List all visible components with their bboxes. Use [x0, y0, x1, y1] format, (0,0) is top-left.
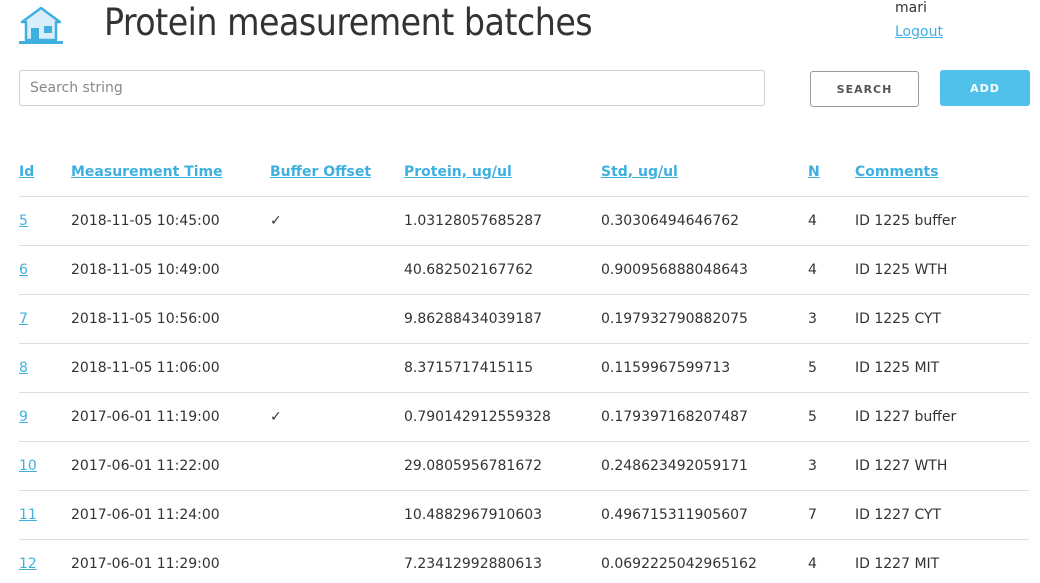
- table-row: 9 2017-06-01 11:19:00 ✓ 0.79014291255932…: [19, 392, 1029, 442]
- std-cell: 0.900956888048643: [601, 245, 808, 295]
- comments-cell: ID 1225 WTH: [855, 245, 1029, 295]
- row-id-link[interactable]: 12: [19, 556, 37, 572]
- buffer-offset-cell: [270, 245, 404, 295]
- row-id-link[interactable]: 11: [19, 507, 37, 523]
- comments-cell: ID 1227 MIT: [855, 539, 1029, 583]
- measurement-time-cell: 2018-11-05 10:49:00: [71, 245, 270, 295]
- comments-cell: ID 1227 CYT: [855, 490, 1029, 540]
- n-cell: 4: [808, 245, 855, 295]
- comments-cell: ID 1225 CYT: [855, 294, 1029, 344]
- house-icon[interactable]: [18, 6, 64, 46]
- protein-cell: 40.682502167762: [404, 245, 601, 295]
- std-cell: 0.1159967599713: [601, 343, 808, 393]
- row-id-link[interactable]: 5: [19, 213, 28, 229]
- column-header-measurement-time[interactable]: Measurement Time: [71, 147, 270, 197]
- buffer-offset-cell: [270, 441, 404, 491]
- measurement-time-cell: 2018-11-05 10:45:00: [71, 196, 270, 246]
- table-row: 7 2018-11-05 10:56:00 9.86288434039187 0…: [19, 294, 1029, 344]
- table-row: 12 2017-06-01 11:29:00 7.23412992880613 …: [19, 539, 1029, 583]
- buffer-offset-cell: [270, 539, 404, 583]
- n-cell: 4: [808, 196, 855, 246]
- add-button[interactable]: ADD: [940, 70, 1030, 106]
- comments-cell: ID 1227 buffer: [855, 392, 1029, 442]
- std-cell: 0.496715311905607: [601, 490, 808, 540]
- search-input[interactable]: [19, 70, 765, 106]
- column-header-comments[interactable]: Comments: [855, 147, 1029, 197]
- protein-cell: 0.790142912559328: [404, 392, 601, 442]
- search-button[interactable]: SEARCH: [810, 71, 919, 107]
- n-cell: 3: [808, 294, 855, 344]
- measurement-time-cell: 2017-06-01 11:24:00: [71, 490, 270, 540]
- table-header-row: Id Measurement Time Buffer Offset Protei…: [19, 147, 1029, 197]
- username: mari: [895, 0, 927, 16]
- comments-cell: ID 1225 MIT: [855, 343, 1029, 393]
- page-title: Protein measurement batches: [104, 1, 593, 44]
- n-cell: 7: [808, 490, 855, 540]
- std-cell: 0.179397168207487: [601, 392, 808, 442]
- table-row: 10 2017-06-01 11:22:00 29.0805956781672 …: [19, 441, 1029, 491]
- logout-link[interactable]: Logout: [895, 24, 943, 40]
- column-header-n[interactable]: N: [808, 147, 855, 197]
- measurement-time-cell: 2018-11-05 11:06:00: [71, 343, 270, 393]
- batches-table: Id Measurement Time Buffer Offset Protei…: [19, 147, 1029, 583]
- row-id-link[interactable]: 6: [19, 262, 28, 278]
- comments-cell: ID 1225 buffer: [855, 196, 1029, 246]
- page: Protein measurement batches mari Logout …: [0, 0, 1040, 583]
- std-cell: 0.248623492059171: [601, 441, 808, 491]
- table-row: 5 2018-11-05 10:45:00 ✓ 1.03128057685287…: [19, 196, 1029, 246]
- std-cell: 0.30306494646762: [601, 196, 808, 246]
- buffer-offset-cell: [270, 343, 404, 393]
- column-header-std[interactable]: Std, ug/ul: [601, 147, 808, 197]
- measurement-time-cell: 2018-11-05 10:56:00: [71, 294, 270, 344]
- buffer-offset-cell: [270, 294, 404, 344]
- protein-cell: 7.23412992880613: [404, 539, 601, 583]
- buffer-offset-check-icon: ✓: [270, 392, 404, 442]
- row-id-link[interactable]: 10: [19, 458, 37, 474]
- protein-cell: 10.4882967910603: [404, 490, 601, 540]
- measurement-time-cell: 2017-06-01 11:29:00: [71, 539, 270, 583]
- table-row: 11 2017-06-01 11:24:00 10.4882967910603 …: [19, 490, 1029, 540]
- row-id-link[interactable]: 7: [19, 311, 28, 327]
- comments-cell: ID 1227 WTH: [855, 441, 1029, 491]
- column-header-buffer-offset[interactable]: Buffer Offset: [270, 147, 404, 197]
- measurement-time-cell: 2017-06-01 11:19:00: [71, 392, 270, 442]
- protein-cell: 29.0805956781672: [404, 441, 601, 491]
- protein-cell: 1.03128057685287: [404, 196, 601, 246]
- buffer-offset-cell: [270, 490, 404, 540]
- column-header-id[interactable]: Id: [19, 147, 71, 197]
- n-cell: 5: [808, 343, 855, 393]
- row-id-link[interactable]: 9: [19, 409, 28, 425]
- std-cell: 0.0692225042965162: [601, 539, 808, 583]
- table-row: 8 2018-11-05 11:06:00 8.3715717415115 0.…: [19, 343, 1029, 393]
- buffer-offset-check-icon: ✓: [270, 196, 404, 246]
- protein-cell: 9.86288434039187: [404, 294, 601, 344]
- n-cell: 4: [808, 539, 855, 583]
- n-cell: 5: [808, 392, 855, 442]
- std-cell: 0.197932790882075: [601, 294, 808, 344]
- measurement-time-cell: 2017-06-01 11:22:00: [71, 441, 270, 491]
- column-header-protein[interactable]: Protein, ug/ul: [404, 147, 601, 197]
- table-row: 6 2018-11-05 10:49:00 40.682502167762 0.…: [19, 245, 1029, 295]
- n-cell: 3: [808, 441, 855, 491]
- protein-cell: 8.3715717415115: [404, 343, 601, 393]
- row-id-link[interactable]: 8: [19, 360, 28, 376]
